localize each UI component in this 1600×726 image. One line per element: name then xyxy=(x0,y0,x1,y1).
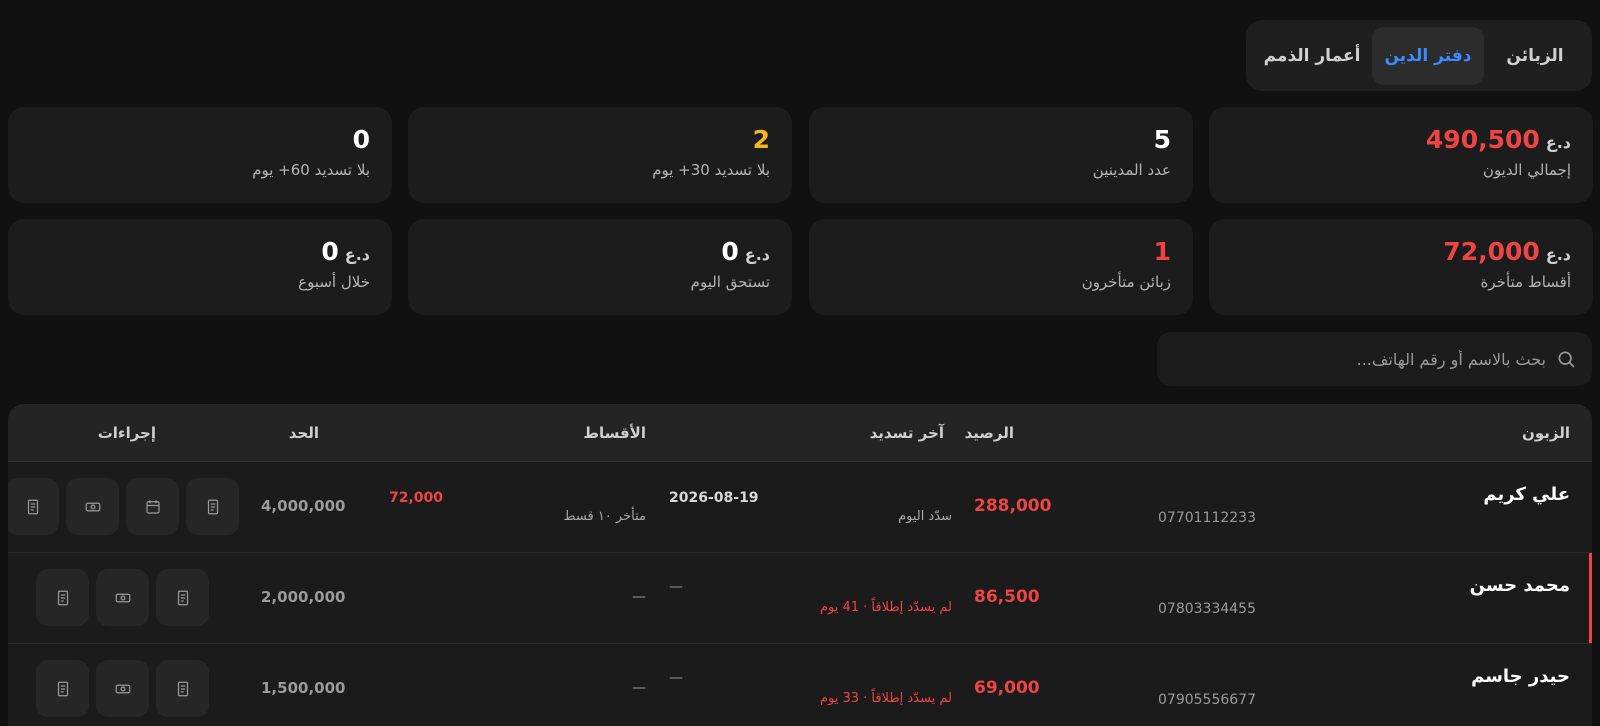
view-tabs: الزبائن دفتر الدين أعمار الذمم xyxy=(1246,20,1592,91)
receipt-icon xyxy=(27,499,38,514)
stat-label: خلال أسبوع xyxy=(298,273,370,291)
stat-label: تستحق اليوم xyxy=(690,273,770,291)
currency-label: د.ع xyxy=(1545,133,1571,152)
receipt-icon xyxy=(57,590,68,605)
credit-limit: 1,500,000 xyxy=(261,679,346,697)
stat-value: 5 xyxy=(1153,125,1171,154)
customer-name[interactable]: محمد حسن xyxy=(1470,575,1570,596)
balance-value: 86,500 xyxy=(974,587,1040,607)
search-input[interactable] xyxy=(1173,349,1546,369)
installments-note: — xyxy=(632,680,646,696)
stat-card-due-today: 0 د.ع تستحق اليوم xyxy=(408,219,792,315)
last-payment-note: سدّد اليوم xyxy=(898,509,952,524)
tab-receivables-aging[interactable]: أعمار الذمم xyxy=(1252,27,1372,85)
installments-amount: 72,000 xyxy=(389,490,444,506)
stat-label: إجمالي الديون xyxy=(1482,161,1571,179)
currency-label: د.ع xyxy=(344,245,370,264)
stat-value: 2 xyxy=(752,125,770,154)
stat-value: 0 xyxy=(321,237,339,266)
stat-card-within-week: 0 د.ع خلال أسبوع xyxy=(8,219,392,315)
calendar-icon xyxy=(145,499,160,514)
customer-phone: 07803334455 xyxy=(1158,601,1256,617)
balance-value: 288,000 xyxy=(974,496,1052,516)
stat-value: 1 xyxy=(1153,237,1171,266)
payment-button[interactable] xyxy=(96,569,149,626)
receipt-icon xyxy=(177,681,188,696)
table-row[interactable]: حيدر جاسم 07905556677 69,000 لم يسدّد إط… xyxy=(8,644,1592,726)
last-payment-date: 2026-08-19 xyxy=(669,490,759,506)
header-limit: الحد xyxy=(288,424,319,442)
statement-button[interactable] xyxy=(36,569,89,626)
stat-label: بلا تسديد 30+ يوم xyxy=(652,161,770,179)
stat-label: عدد المدينين xyxy=(1092,161,1171,179)
tab-debt-ledger[interactable]: دفتر الدين xyxy=(1372,26,1484,85)
last-payment-date: — xyxy=(669,579,683,595)
stat-value: 72,000 xyxy=(1443,237,1540,266)
header-balance: الرصيد xyxy=(964,424,1014,442)
customer-phone: 07701112233 xyxy=(1158,510,1256,526)
last-payment-date: — xyxy=(669,670,683,686)
stat-card-total-debts: 490,500 د.ع إجمالي الديون xyxy=(1209,107,1593,203)
receipt-button[interactable] xyxy=(156,569,209,626)
statement-button[interactable] xyxy=(8,478,59,535)
installments-note: — xyxy=(632,589,646,605)
statement-button[interactable] xyxy=(36,660,89,717)
receipt-icon xyxy=(207,499,218,514)
balance-value: 69,000 xyxy=(974,678,1040,698)
last-payment-note: لم يسدّد إطلاقاً · 33 يوم xyxy=(819,691,952,706)
header-customer: الزبون xyxy=(1522,424,1570,442)
last-payment-note: لم يسدّد إطلاقاً · 41 يوم xyxy=(819,600,952,615)
credit-limit: 4,000,000 xyxy=(261,497,346,515)
receipt-button[interactable] xyxy=(186,478,239,535)
customer-name[interactable]: حيدر جاسم xyxy=(1471,666,1570,687)
cash-icon xyxy=(115,593,130,602)
header-actions: إجراءات xyxy=(97,424,156,442)
header-last-payment: آخر تسديد xyxy=(869,424,944,442)
table-row[interactable]: محمد حسن 07803334455 86,500 لم يسدّد إطل… xyxy=(8,553,1592,644)
stat-value: 0 xyxy=(352,125,370,154)
currency-label: د.ع xyxy=(1545,245,1571,264)
header-installments: الأقساط xyxy=(583,424,646,442)
customer-phone: 07905556677 xyxy=(1158,692,1256,708)
stat-value: 0 xyxy=(721,237,739,266)
stat-card-no-payment-60: 0 بلا تسديد 60+ يوم xyxy=(8,107,392,203)
receipt-icon xyxy=(57,681,68,696)
search-box xyxy=(1157,332,1592,386)
currency-label: د.ع xyxy=(744,245,770,264)
payment-button[interactable] xyxy=(66,478,119,535)
cash-icon xyxy=(115,684,130,693)
payment-button[interactable] xyxy=(96,660,149,717)
receipt-button[interactable] xyxy=(156,660,209,717)
stat-card-overdue-installments: 72,000 د.ع أقساط متأخرة xyxy=(1209,219,1593,315)
stat-label: أقساط متأخرة xyxy=(1480,273,1571,291)
credit-limit: 2,000,000 xyxy=(261,588,346,606)
debts-table: الزبون الرصيد آخر تسديد الأقساط الحد إجر… xyxy=(8,404,1592,726)
cash-icon xyxy=(85,502,100,511)
installments-note: متأخر ١٠ قسط xyxy=(563,509,646,524)
schedule-button[interactable] xyxy=(126,478,179,535)
stat-value: 490,500 xyxy=(1425,125,1540,154)
stat-label: زبائن متأخرون xyxy=(1081,273,1171,291)
tab-customers[interactable]: الزبائن xyxy=(1484,27,1586,85)
table-header: الزبون الرصيد آخر تسديد الأقساط الحد إجر… xyxy=(8,404,1592,462)
table-row[interactable]: علي كريم 07701112233 288,000 سدّد اليوم … xyxy=(8,462,1592,553)
stat-card-late-customers: 1 زبائن متأخرون xyxy=(809,219,1193,315)
stat-card-debtor-count: 5 عدد المدينين xyxy=(809,107,1193,203)
search-icon xyxy=(1558,351,1575,368)
receipt-icon xyxy=(177,590,188,605)
stat-card-no-payment-30: 2 بلا تسديد 30+ يوم xyxy=(408,107,792,203)
customer-name[interactable]: علي كريم xyxy=(1483,484,1570,505)
stat-label: بلا تسديد 60+ يوم xyxy=(252,161,370,179)
